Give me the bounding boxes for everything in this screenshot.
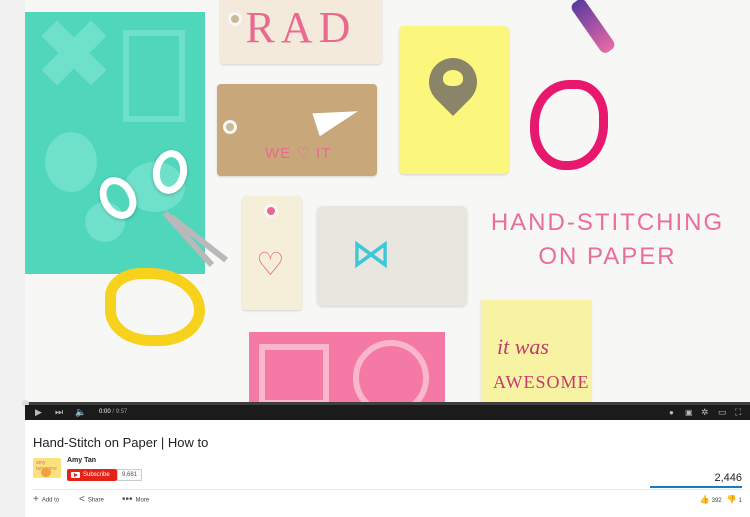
current-time: 0:00 bbox=[99, 409, 111, 415]
video-info-panel: Hand-Stitch on Paper | How to amy tanger… bbox=[25, 420, 750, 517]
paper-plane-icon bbox=[312, 99, 362, 137]
more-dots-icon: ••• bbox=[122, 494, 133, 505]
divider bbox=[33, 489, 742, 490]
kraft-tag-text: WE ♡ IT bbox=[265, 145, 332, 162]
channel-name[interactable]: Amy Tan bbox=[67, 457, 96, 464]
fullscreen-icon[interactable]: ⛶ bbox=[735, 407, 741, 418]
subscribe-button[interactable]: Subscribe bbox=[67, 469, 117, 481]
video-player[interactable]: RAD WE ♡ IT ♡ ⋈ it was AWESOME HAND-STIT… bbox=[22, 0, 750, 420]
like-ratio-bar bbox=[650, 486, 742, 488]
view-count: 2,446 bbox=[714, 472, 742, 484]
time-display: 0:00 / 9:57 bbox=[99, 408, 127, 417]
play-icon[interactable]: ▶ bbox=[35, 407, 42, 418]
total-time: / 9:57 bbox=[112, 409, 128, 415]
rad-tag: RAD bbox=[220, 0, 382, 64]
overlay-line2: ON PAPER bbox=[538, 243, 677, 270]
video-overlay-title: HAND-STITCHING ON PAPER bbox=[465, 206, 750, 274]
channel-avatar[interactable]: amy tangerine bbox=[33, 458, 61, 478]
bow-tie-card: ⋈ bbox=[317, 206, 467, 306]
add-to-button[interactable]: + Add to bbox=[33, 495, 59, 506]
next-icon[interactable]: ⏭ bbox=[55, 407, 63, 418]
dislike-count: 1 bbox=[738, 498, 742, 504]
video-frame[interactable]: RAD WE ♡ IT ♡ ⋈ it was AWESOME HAND-STIT… bbox=[25, 0, 750, 402]
subscriber-count: 9,681 bbox=[117, 469, 143, 481]
like-count: 392 bbox=[711, 498, 722, 504]
heart-tag: ♡ bbox=[242, 196, 302, 310]
more-button[interactable]: ••• More bbox=[122, 495, 149, 506]
bow-tie-icon: ⋈ bbox=[351, 232, 391, 276]
share-icon: < bbox=[79, 494, 85, 505]
teal-stencil-sheet bbox=[25, 12, 205, 274]
youtube-watch-page: RAD WE ♡ IT ♡ ⋈ it was AWESOME HAND-STIT… bbox=[0, 0, 750, 517]
theater-icon[interactable]: ▭ bbox=[718, 407, 727, 418]
video-title: Hand-Stitch on Paper | How to bbox=[33, 435, 209, 450]
pink-thread bbox=[530, 80, 608, 170]
volume-icon[interactable]: 🔈 bbox=[75, 407, 86, 418]
like-button[interactable]: 👍 392 bbox=[699, 495, 722, 504]
kraft-tag: WE ♡ IT bbox=[217, 84, 377, 176]
youtube-logo-icon bbox=[71, 472, 80, 478]
captions-icon[interactable]: ▣ bbox=[685, 407, 693, 418]
like-dislike-group: 👍 392 👎 1 bbox=[700, 495, 742, 506]
thumbs-up-icon: 👍 bbox=[699, 495, 710, 504]
share-button[interactable]: < Share bbox=[79, 495, 104, 506]
more-label: More bbox=[135, 497, 150, 504]
overlay-line1: HAND-STITCHING bbox=[490, 209, 725, 236]
autoplay-icon[interactable]: ● bbox=[669, 407, 674, 418]
purple-thread bbox=[569, 0, 617, 56]
gear-icon[interactable]: ✲ bbox=[701, 407, 709, 418]
note-line2: AWESOME bbox=[493, 372, 590, 392]
plus-icon: + bbox=[33, 494, 39, 505]
thumbs-down-icon: 👎 bbox=[726, 495, 737, 504]
note-line1: it was bbox=[497, 334, 549, 359]
share-label: Share bbox=[87, 497, 104, 504]
player-controls: ▶ ⏭ 🔈 0:00 / 9:57 ● ▣ ✲ ▭ ⛶ bbox=[25, 405, 750, 420]
yellow-card bbox=[399, 26, 509, 174]
add-to-label: Add to bbox=[41, 497, 60, 504]
rad-tag-text: RAD bbox=[245, 3, 357, 52]
subscribe-label: Subscribe bbox=[83, 472, 110, 478]
pink-card bbox=[249, 332, 445, 402]
heart-icon: ♡ bbox=[256, 246, 285, 282]
awesome-note-card: it was AWESOME bbox=[481, 300, 591, 402]
yellow-thread bbox=[105, 268, 205, 346]
dislike-button[interactable]: 👎 1 bbox=[726, 495, 742, 504]
